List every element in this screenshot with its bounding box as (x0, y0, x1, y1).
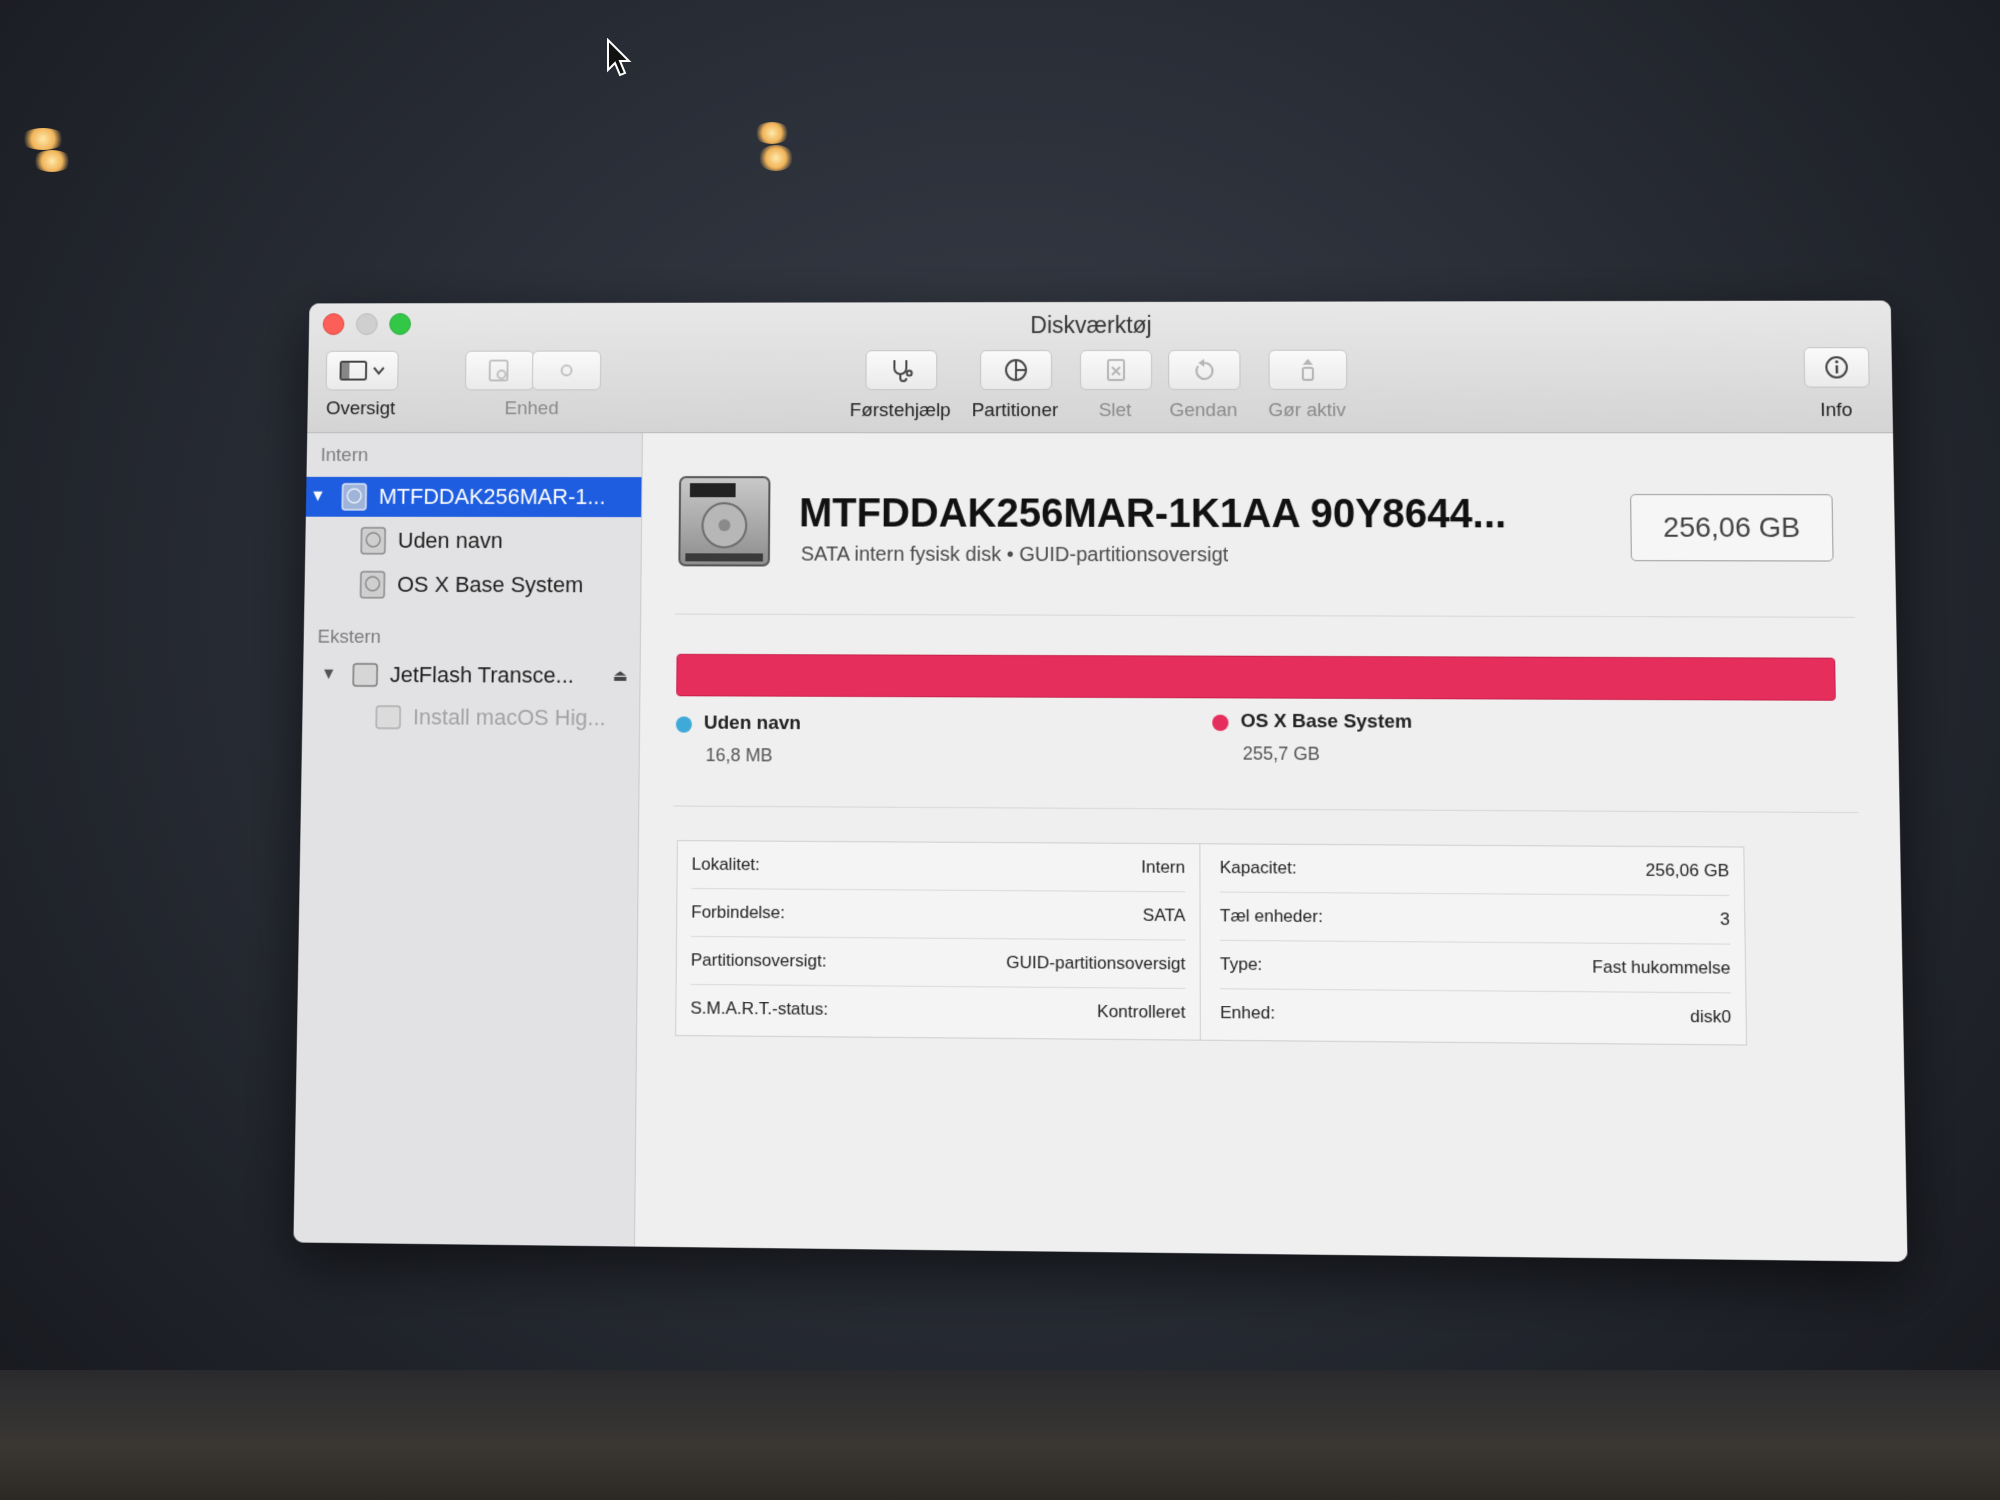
volume-icon (358, 570, 388, 600)
info-row: Tæl enheder: 3 (1219, 892, 1731, 945)
sidebar-toggle-icon (338, 359, 385, 383)
legend-size: 16,8 MB (705, 744, 773, 766)
partition-usage-bar (676, 653, 1836, 701)
info-value: Kontrolleret (1097, 1001, 1186, 1022)
erase-disk-icon (1104, 357, 1128, 383)
legend-size: 255,7 GB (1242, 743, 1320, 765)
main-panel: MTFDDAK256MAR-1K1AA 90Y8644... SATA inte… (634, 433, 1908, 1262)
desk-edge (0, 1370, 2000, 1500)
info-column-left: Lokalitet: Intern Forbindelse: SATA Partit… (676, 841, 1201, 1040)
stethoscope-icon (887, 357, 915, 383)
info-row: S.M.A.R.T.-status: Kontrolleret (690, 985, 1185, 1036)
info-row: Type: Fast hukommelse (1219, 940, 1731, 994)
info-column-right: Kapacitet: 256,06 GB Tæl enheder: 3 Type: F… (1205, 844, 1746, 1044)
add-volume-icon (486, 359, 514, 383)
disclosure-triangle-icon[interactable]: ▼ (306, 488, 330, 506)
sidebar-item-label: JetFlash Transce... (389, 661, 574, 688)
info-value: Intern (1141, 857, 1186, 877)
light-reflection (754, 122, 790, 144)
volume-add-button[interactable] (464, 350, 535, 391)
device-label: Enhed (504, 398, 559, 420)
sidebar-item-label: Install macOS Hig... (412, 704, 606, 731)
partition-label: Partitioner (971, 400, 1059, 422)
sidebar-item-internal-disk[interactable]: ▼ MTFDDAK256MAR-1... (305, 476, 642, 518)
divider (674, 613, 1856, 618)
disk-info-table: Lokalitet: Intern Forbindelse: SATA Partit… (675, 840, 1748, 1046)
overview-label: Oversigt (325, 398, 396, 420)
info-button[interactable] (1803, 347, 1870, 388)
external-disk-icon (350, 660, 380, 690)
disk-subtitle: SATA intern fysisk disk • GUID-partition… (800, 543, 1229, 567)
info-label: Kapacitet: (1219, 857, 1297, 878)
erase-label: Slet (1098, 400, 1132, 422)
first-aid-button[interactable] (865, 350, 938, 391)
legend-color-dot (675, 716, 692, 733)
window-title: Diskværktøj (1030, 311, 1152, 339)
sidebar-view-button[interactable] (325, 350, 399, 391)
partition-button[interactable] (980, 350, 1053, 391)
light-reflection (20, 128, 66, 150)
info-label: Info (1819, 399, 1853, 422)
sidebar-item-label: OS X Base System (396, 571, 584, 598)
eject-icon[interactable]: ⏏ (612, 666, 628, 686)
info-row: Lokalitet: Intern (691, 841, 1186, 893)
info-value: disk0 (1690, 1006, 1732, 1027)
sidebar-item-label: MTFDDAK256MAR-1... (378, 483, 606, 510)
info-value: 256,06 GB (1645, 860, 1730, 881)
legend-name: Uden navn (703, 712, 801, 735)
info-row: Enhed: disk0 (1220, 989, 1731, 1041)
partition-pie-icon (1004, 359, 1027, 381)
disk-title: MTFDDAK256MAR-1K1AA 90Y8644... (798, 491, 1507, 537)
sidebar-item-volume-os-x-base-system[interactable]: OS X Base System (348, 565, 641, 606)
disclosure-triangle-icon[interactable]: ▼ (317, 666, 341, 684)
erase-button[interactable] (1079, 349, 1153, 391)
info-row: Partitionsoversigt: GUID-partitionsoversi… (690, 936, 1186, 989)
remove-volume-icon (557, 361, 577, 381)
mount-button[interactable] (1268, 349, 1348, 390)
mount-icon (1296, 358, 1320, 383)
info-label: Enhed: (1220, 1002, 1276, 1023)
info-value: GUID-partitionsoversigt (1006, 952, 1186, 974)
first-aid-label: Førstehjælp (849, 400, 951, 422)
volume-icon (358, 526, 388, 556)
divider (673, 805, 1859, 814)
partition-segment-os-x-base-system (677, 654, 1835, 700)
info-row: Forbindelse: SATA (691, 889, 1186, 941)
legend-name: OS X Base System (1240, 710, 1413, 733)
internal-disk-icon (339, 482, 369, 512)
legend-color-dot (1212, 714, 1229, 731)
info-label: Forbindelse: (691, 902, 786, 923)
sidebar-header-internal: Intern (320, 445, 369, 466)
hard-disk-icon (678, 476, 771, 567)
sidebar-item-volume-uden-navn[interactable]: Uden navn (348, 521, 641, 561)
info-label: S.M.A.R.T.-status: (690, 998, 829, 1019)
info-label: Type: (1219, 954, 1263, 975)
mount-label: Gør aktiv (1268, 399, 1346, 422)
info-icon (1823, 354, 1850, 380)
sidebar-item-external-disk[interactable]: ▼ JetFlash Transce... ⏏ (317, 655, 640, 696)
volume-icon (375, 706, 402, 730)
capacity-badge: 256,06 GB (1630, 494, 1834, 562)
volume-remove-button[interactable] (531, 350, 602, 391)
info-label: Tæl enheder: (1219, 905, 1323, 927)
info-label: Partitionsoversigt: (690, 950, 827, 971)
sidebar: Intern ▼ MTFDDAK256MAR-1... Uden navn OS… (293, 433, 643, 1247)
info-label: Lokalitet: (691, 854, 760, 875)
light-reflection (32, 150, 72, 172)
restore-arrow-icon (1192, 358, 1216, 382)
sidebar-item-external-volume[interactable]: Install macOS Hig... (363, 697, 639, 738)
info-row: Kapacitet: 256,06 GB (1219, 844, 1730, 897)
info-value: 3 (1719, 909, 1730, 930)
mouse-cursor-icon (607, 38, 632, 77)
restore-button[interactable] (1168, 349, 1241, 391)
info-value: SATA (1142, 905, 1186, 926)
sidebar-header-external: Ekstern (317, 626, 382, 648)
toolbar: Diskværktøj Oversigt Enhed Førstehjælp P… (307, 300, 1894, 434)
disk-utility-window: Diskværktøj Oversigt Enhed Førstehjælp P… (293, 300, 1908, 1262)
restore-label: Gendan (1169, 400, 1238, 422)
sidebar-item-label: Uden navn (397, 527, 503, 553)
info-value: Fast hukommelse (1592, 957, 1731, 978)
light-reflection (758, 145, 794, 171)
